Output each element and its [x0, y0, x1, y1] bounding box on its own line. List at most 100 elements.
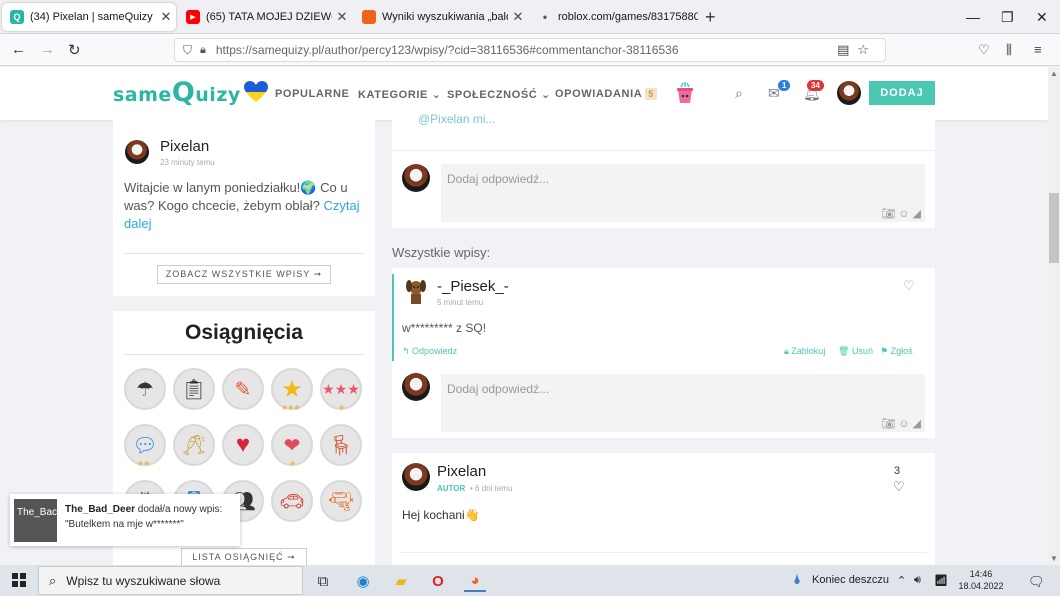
- achievement-level-stars: ★: [338, 403, 345, 412]
- achievement-clipboard-icon[interactable]: 📋︎: [173, 368, 215, 410]
- restore-icon[interactable]: ❐: [1001, 9, 1014, 26]
- author-avatar[interactable]: [402, 463, 430, 491]
- pocket-icon[interactable]: ♡: [978, 42, 990, 58]
- like-count: 3: [894, 465, 901, 477]
- tab-search-results[interactable]: Wyniki wyszukiwania „baldi bas ✕: [354, 3, 528, 31]
- mention-link[interactable]: @Pixelan mi...: [418, 112, 496, 126]
- post-text: w********* z SQ!: [402, 321, 487, 335]
- taskbar-search[interactable]: ⌕ Wpisz tu wyszukiwane słowa: [38, 566, 303, 595]
- notification-thumbnail: The_Bac: [14, 499, 57, 542]
- notification-badge: 34: [807, 80, 824, 91]
- user-avatar[interactable]: [837, 81, 861, 105]
- task-view-icon[interactable]: ⧉: [312, 570, 334, 592]
- block-link[interactable]: 🔒︎ Zablokuj: [784, 346, 825, 357]
- author-name[interactable]: -_Piesek_-: [437, 278, 509, 295]
- edge-icon[interactable]: ◉: [352, 570, 374, 592]
- shield-icon[interactable]: ⛉: [183, 43, 192, 58]
- weather-text[interactable]: Koniec deszczu: [812, 574, 889, 586]
- nav-kategorie[interactable]: KATEGORIE ⌄: [358, 88, 441, 101]
- achievement-pencil-icon[interactable]: ✎: [222, 368, 264, 410]
- site-header: sameQuizy POPULARNE KATEGORIE ⌄ SPOŁECZN…: [0, 67, 1048, 120]
- notification-center-icon[interactable]: 🗨︎: [1028, 574, 1045, 590]
- achievement-car-icon[interactable]: 🚗︎: [271, 480, 313, 522]
- scroll-down-icon[interactable]: ▼: [1050, 554, 1058, 563]
- post-card-piesek: -_Piesek_- 5 minut temu ♡ w********* z S…: [392, 268, 935, 438]
- windows-taskbar: ⌕ Wpisz tu wyszukiwane słowa ⧉ ◉ ▰ O ◕ 🌢…: [0, 565, 1060, 596]
- address-bar[interactable]: ⛉ 🔒︎ https://samequizy.pl/author/percy12…: [174, 38, 886, 62]
- firefox-icon[interactable]: ◕: [464, 570, 486, 592]
- my-avatar: [402, 164, 430, 192]
- network-icon[interactable]: 📶︎: [934, 574, 948, 587]
- add-button[interactable]: DODAJ: [869, 81, 935, 105]
- weather-icon[interactable]: 🌢︎: [793, 571, 801, 588]
- achievements-list-button[interactable]: LISTA OSIĄGNIĘĆ ➞: [181, 548, 307, 566]
- windows-start-icon[interactable]: [12, 573, 26, 587]
- volume-icon[interactable]: 🔊︎: [914, 574, 921, 587]
- reply-input[interactable]: Dodaj odpowiedź... 📷︎ ☺ ◢: [441, 374, 925, 432]
- achievement-director-chair-icon[interactable]: 🪑︎: [320, 424, 362, 466]
- nav-spolecznosc[interactable]: SPOŁECZNOŚĆ ⌄: [447, 88, 551, 101]
- tab-roblox[interactable]: • roblox.com/games/8317588085: [530, 3, 698, 31]
- like-heart-icon[interactable]: ♡: [903, 278, 915, 294]
- achievement-level-stars: ★: [289, 459, 296, 468]
- author-name[interactable]: Pixelan: [437, 463, 486, 480]
- close-tab-icon[interactable]: ✕: [332, 9, 352, 25]
- back-icon[interactable]: ←: [11, 41, 26, 58]
- page-scrollbar[interactable]: ▲ ▼: [1048, 67, 1060, 565]
- new-post-notification[interactable]: The_Bac The_Bad_Deer dodał/a nowy wpis: …: [10, 494, 240, 546]
- see-all-posts-button[interactable]: ZOBACZ WSZYSTKIE WPISY ➞: [157, 265, 331, 284]
- previous-post-card: @Pixelan mi... Dodaj odpowiedź... 📷︎ ☺ ◢: [392, 112, 935, 228]
- browser-tab-strip: Q (34) Pixelan | sameQuizy ✕ ▶ (65) TATA…: [0, 0, 1060, 34]
- tab-title: (65) TATA MOJEJ DZIEWCZYNY: [206, 11, 332, 23]
- reload-icon[interactable]: ↻: [68, 41, 81, 59]
- reply-input[interactable]: Dodaj odpowiedź... 📷︎ ☺ ◢: [441, 164, 925, 222]
- achievement-toast-icon[interactable]: 🥂︎: [173, 424, 215, 466]
- reply-placeholder: Dodaj odpowiedź...: [447, 382, 550, 396]
- like-heart-icon[interactable]: ♡: [893, 479, 905, 495]
- achievement-umbrella-icon[interactable]: ☂: [124, 368, 166, 410]
- scrollbar-thumb[interactable]: [1049, 193, 1059, 263]
- library-icon[interactable]: ⫼: [1006, 42, 1012, 58]
- accent-bar: [392, 274, 394, 361]
- achievements-title: Osiągnięcia: [185, 321, 303, 344]
- post-time: 23 minuty temu: [160, 158, 215, 167]
- camera-emoji-icons[interactable]: 📷︎ ☺ ◢: [881, 417, 921, 430]
- reader-bookmark-icons[interactable]: ▤☆: [837, 42, 877, 58]
- close-window-icon[interactable]: ✕: [1036, 9, 1048, 26]
- achievement-heart-icon[interactable]: ♥: [222, 424, 264, 466]
- tray-chevron-icon[interactable]: ⌃: [897, 574, 906, 587]
- bucket-mascot-icon[interactable]: [674, 82, 696, 104]
- youtube-icon: ▶: [186, 10, 200, 24]
- camera-emoji-icons[interactable]: 📷︎ ☺ ◢: [881, 207, 921, 220]
- lock-icon[interactable]: 🔒︎: [200, 44, 206, 57]
- browser-navbar: ← → ↻ ⛉ 🔒︎ https://samequizy.pl/author/p…: [0, 34, 1060, 66]
- author-avatar[interactable]: [125, 140, 149, 164]
- url-text[interactable]: https://samequizy.pl/author/percy123/wpi…: [216, 43, 679, 57]
- globe-icon: •: [542, 10, 548, 24]
- forward-icon[interactable]: →: [40, 41, 55, 58]
- achievement-water-gun-icon[interactable]: 🔫︎: [320, 480, 362, 522]
- search-icon[interactable]: ⌕: [735, 85, 743, 102]
- reply-link[interactable]: ↰ Odpowiedz: [402, 346, 457, 357]
- samequizy-logo[interactable]: sameQuizy: [113, 77, 241, 108]
- nav-popularne[interactable]: POPULARNE: [275, 88, 349, 100]
- close-tab-icon[interactable]: ✕: [156, 9, 176, 25]
- minimize-icon[interactable]: —: [966, 9, 980, 25]
- file-explorer-icon[interactable]: ▰: [390, 570, 412, 592]
- new-tab-button[interactable]: +: [705, 8, 716, 26]
- delete-link[interactable]: 🗑︎ Usuń: [838, 346, 873, 357]
- tab-samequizy[interactable]: Q (34) Pixelan | sameQuizy ✕: [2, 3, 176, 31]
- author-name[interactable]: Pixelan: [160, 138, 209, 155]
- scroll-up-icon[interactable]: ▲: [1050, 69, 1058, 78]
- ukraine-heart-icon: [244, 81, 268, 102]
- divider: [392, 150, 935, 151]
- opera-icon[interactable]: O: [427, 570, 449, 592]
- taskbar-clock[interactable]: 14:46 18.04.2022: [958, 568, 1004, 592]
- nav-opowiadania[interactable]: OPOWIADANIA 5: [555, 88, 657, 100]
- tab-youtube[interactable]: ▶ (65) TATA MOJEJ DZIEWCZYNY ✕: [178, 3, 352, 31]
- menu-icon[interactable]: ≡: [1034, 42, 1042, 57]
- notification-title: The_Bad_Deer dodał/a nowy wpis:: [65, 504, 223, 515]
- close-tab-icon[interactable]: ✕: [508, 9, 528, 25]
- report-link[interactable]: ⚑ Zgłoś: [880, 346, 913, 357]
- piesek-avatar-icon[interactable]: [404, 278, 428, 306]
